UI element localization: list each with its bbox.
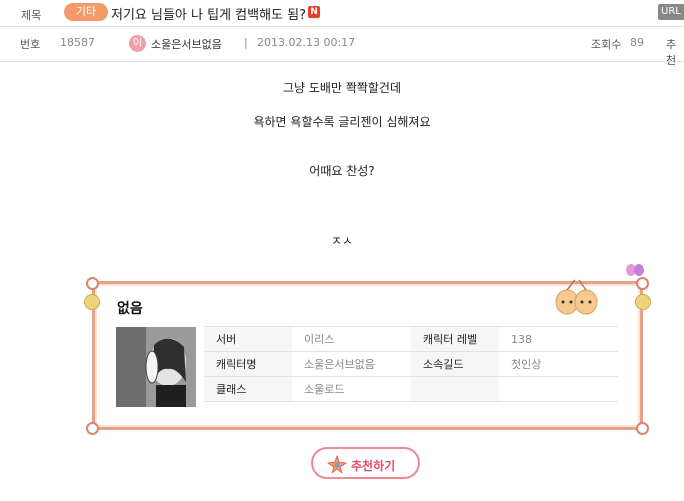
post-datetime: 2013.02.13 00:17: [257, 36, 356, 49]
character-image: [116, 327, 196, 407]
recommend-icon: [327, 455, 347, 473]
frame-knob-icon: [636, 422, 649, 435]
character-name-value: 소울은서브없음: [292, 351, 411, 377]
category-badge[interactable]: 기타: [64, 3, 108, 21]
server-label: 서버: [204, 326, 292, 352]
level-label: 캐릭터 레벨: [411, 326, 499, 352]
class-label: 클래스: [204, 376, 292, 402]
bell-icon: [635, 294, 651, 310]
server-value: 이리스: [292, 326, 411, 352]
butterfly-icon: [626, 264, 644, 276]
author-name[interactable]: 소울은서브없음: [151, 36, 222, 52]
guild-value: 첫인상: [499, 351, 618, 377]
recommend-button-label: 추천하기: [351, 459, 396, 473]
content-line: 그냥 도배만 쫙쫙할건데: [282, 81, 402, 95]
level-value: 138: [499, 326, 618, 352]
content-line: 어때요 찬성?: [309, 164, 375, 178]
content-line: 욕하면 욕할수록 글리젠이 심해져요: [253, 115, 431, 129]
character-profile-card: 없음 서버 이리스 캐릭터 레벨 138 캐릭터명 소울은서브없음 소속길드 첫…: [84, 264, 651, 435]
recommend-button[interactable]: 추천하기: [311, 447, 420, 479]
frame-knob-icon: [86, 422, 99, 435]
views-label: 조회수: [591, 38, 622, 51]
number-label: 번호: [20, 38, 41, 51]
table-row: 캐릭터명 소울은서브없음 소속길드 첫인상: [204, 351, 618, 377]
recommend-count-label: 추천: [666, 38, 677, 67]
post-meta-row: 번호 18587 이 소울은서브없음 | 2013.02.13 00:17 조회…: [0, 27, 684, 67]
mascot-icon: [555, 279, 598, 315]
class-value: 소울로드: [292, 376, 411, 402]
avatar[interactable]: 이: [129, 35, 146, 52]
meta-separator: |: [244, 36, 248, 49]
frame-knob-icon: [86, 277, 99, 290]
character-info-table: 서버 이리스 캐릭터 레벨 138 캐릭터명 소울은서브없음 소속길드 첫인상 …: [204, 326, 618, 402]
frame-knob-icon: [636, 277, 649, 290]
table-row: 클래스 소울로드: [204, 376, 618, 402]
views-count: 89: [630, 36, 644, 49]
new-badge-icon: N: [308, 6, 320, 18]
content-line: ㅈㅅ: [330, 234, 354, 248]
empty-value: [499, 376, 618, 402]
bell-icon: [84, 294, 100, 310]
character-name-label: 캐릭터명: [204, 351, 292, 377]
guild-label: 소속길드: [411, 351, 499, 377]
post-title: 저기요 님들아 나 팁게 컴백해도 됨?: [111, 8, 307, 23]
character-name: 없음: [117, 301, 143, 317]
title-label: 제목: [21, 9, 42, 22]
post-number: 18587: [60, 36, 95, 49]
table-row: 서버 이리스 캐릭터 레벨 138: [204, 326, 618, 352]
url-button[interactable]: URL: [658, 4, 684, 20]
post-title-row: 제목 기타 저기요 님들아 나 팁게 컴백해도 됨? N URL: [0, 0, 684, 27]
empty-label: [411, 376, 499, 402]
